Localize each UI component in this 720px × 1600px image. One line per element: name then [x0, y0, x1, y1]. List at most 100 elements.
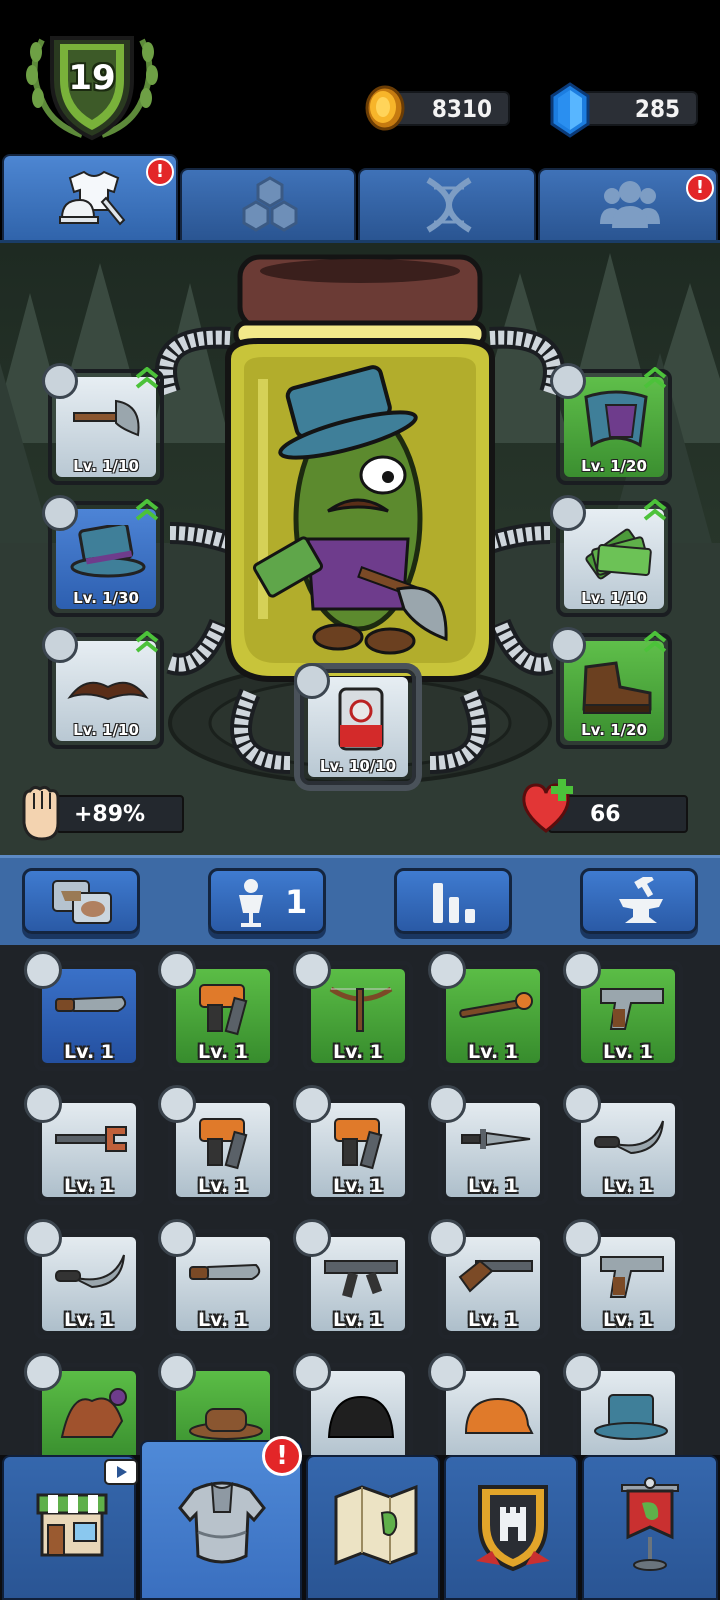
slot-consumable[interactable]: Lv. 10/10 [294, 663, 416, 785]
staff-icon [459, 992, 533, 1019]
inventory-item[interactable]: Lv. 1 [24, 951, 144, 1071]
item-level: Lv. 1 [603, 1309, 653, 1331]
inventory-item[interactable]: Lv. 1 [428, 951, 548, 1071]
nav-map[interactable] [306, 1455, 440, 1600]
inventory-item[interactable]: Lv. 1 [158, 1085, 278, 1205]
pickle-jar-character [225, 254, 495, 682]
wrench-icon [55, 1126, 127, 1152]
upgrade-arrow-icon [643, 631, 667, 653]
slot-body-level: Lv. 1/20 [581, 457, 647, 475]
inventory-item[interactable]: Lv. 1 [563, 1219, 683, 1339]
slot-weapon-level: Lv. 1/10 [73, 457, 139, 475]
mustache-icon [67, 681, 149, 701]
inventory-item[interactable]: Lv. 1 [428, 1219, 548, 1339]
inventory-item[interactable]: Lv. 1 [293, 951, 413, 1071]
tab-friends[interactable]: ! [538, 168, 718, 240]
pistol-slot-icon [563, 1085, 601, 1123]
nav-equipment-alert: ! [262, 1436, 302, 1476]
shop-icon [36, 1493, 108, 1557]
item-level: Lv. 1 [198, 1041, 248, 1063]
money-icon [585, 528, 652, 580]
equipment-tab-alert: ! [146, 158, 174, 186]
pistol-slot-icon [563, 951, 601, 989]
item-level: Lv. 1 [468, 1309, 518, 1331]
inventory-grid: Lv. 1 Lv. 1 Lv. 1 Lv. 1 Lv. 1 Lv. 1 Lv. 1 Lv. 1… [0, 945, 720, 1455]
video-ad-icon [104, 1459, 138, 1485]
hat-slot-icon [158, 1353, 196, 1391]
equipment-sort-icon [52, 880, 112, 924]
forge-button[interactable] [580, 868, 698, 934]
can-slot-icon [294, 663, 330, 699]
slot-face-level: Lv. 1/10 [73, 721, 139, 739]
slot-hat[interactable]: Lv. 1/30 [42, 495, 164, 617]
karambit-icon [55, 1254, 125, 1289]
upgrade-arrow-icon [643, 499, 667, 521]
inventory-item[interactable]: Lv. 1 [158, 1219, 278, 1339]
pistol-slot-icon [428, 1219, 466, 1257]
stats-button[interactable] [394, 868, 512, 934]
armor-icon [178, 1481, 266, 1564]
nail-gun-icon [334, 1118, 383, 1170]
combat-knife-icon [55, 995, 127, 1012]
inventory-item[interactable] [293, 1353, 413, 1455]
cowboy-hat-icon [189, 1408, 263, 1440]
slot-weapon[interactable]: Lv. 1/10 [42, 363, 164, 485]
hat-slot-icon [293, 1353, 331, 1391]
tab-gems[interactable] [180, 168, 356, 240]
nav-shop[interactable] [2, 1455, 138, 1600]
inventory-item[interactable] [563, 1353, 683, 1455]
karambit-icon [594, 1120, 664, 1155]
player-level: 19 [68, 58, 116, 98]
pistol-slot-icon [563, 1219, 601, 1257]
inventory-item[interactable]: Lv. 1 [563, 1085, 683, 1205]
nail-gun-icon [199, 984, 248, 1036]
pistol-slot-icon [293, 1085, 331, 1123]
shoe-slot-icon [550, 627, 586, 663]
friends-tab-alert: ! [686, 174, 714, 202]
upgrade-arrow-icon [135, 367, 159, 389]
top-hat-icon [594, 1394, 668, 1440]
inventory-item[interactable]: Lv. 1 [428, 1085, 548, 1205]
slot-offhand[interactable]: Lv. 1/10 [550, 495, 672, 617]
nav-clan[interactable] [444, 1455, 578, 1600]
heart-plus-icon [522, 779, 573, 833]
anvil-icon [619, 877, 663, 923]
upgrade-arrow-icon [135, 499, 159, 521]
inventory-item[interactable] [428, 1353, 548, 1455]
inventory-item[interactable]: Lv. 1 [293, 1085, 413, 1205]
inventory-item[interactable]: Lv. 1 [158, 951, 278, 1071]
nav-equipment[interactable]: ! [140, 1436, 302, 1600]
slot-shoes[interactable]: Lv. 1/20 [550, 627, 672, 749]
gem-counter[interactable]: 285 [572, 91, 698, 126]
slot-body[interactable]: Lv. 1/20 [550, 363, 672, 485]
player-level-badge[interactable]: 19 [22, 30, 162, 145]
item-level: Lv. 1 [333, 1041, 383, 1063]
item-level: Lv. 1 [64, 1041, 114, 1063]
nav-events[interactable] [582, 1455, 718, 1600]
tab-dna[interactable] [358, 168, 536, 240]
pants-slot-icon [550, 495, 586, 531]
top-bar: 19 8310 285 [0, 0, 720, 150]
gem-amount: 285 [634, 95, 680, 123]
upgrade-arrow-icon [135, 631, 159, 653]
sort-button[interactable] [22, 868, 140, 934]
fist-icon [22, 785, 60, 841]
people-icon [600, 181, 660, 228]
tab-equipment[interactable]: ! [2, 154, 178, 240]
merge-button[interactable]: 1 [208, 868, 326, 934]
hat-slot-icon [563, 1353, 601, 1391]
merge-count: 1 [285, 883, 308, 921]
coin-amount: 8310 [431, 95, 492, 123]
mannequin-icon [239, 879, 263, 927]
slot-face[interactable]: Lv. 1/10 [42, 627, 164, 749]
map-icon [334, 1484, 418, 1566]
inventory-item[interactable] [24, 1353, 144, 1455]
pistol-slot-icon [24, 1085, 62, 1123]
slot-consumable-level: Lv. 10/10 [319, 757, 397, 775]
cape-icon [584, 390, 648, 448]
inventory-item[interactable]: Lv. 1 [24, 1085, 144, 1205]
inventory-item[interactable]: Lv. 1 [563, 951, 683, 1071]
inventory-item[interactable]: Lv. 1 [24, 1219, 144, 1339]
inventory-item[interactable]: Lv. 1 [293, 1219, 413, 1339]
health-value: 66 [590, 802, 621, 827]
